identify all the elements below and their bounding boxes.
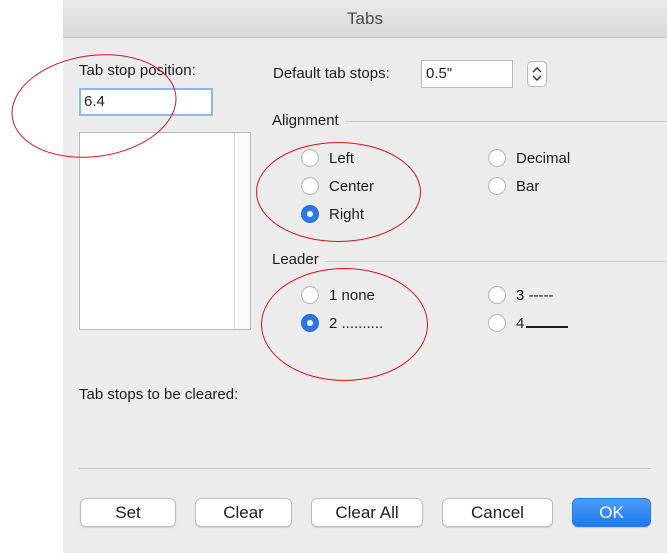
leader-4-label: 4 bbox=[516, 314, 525, 332]
radio-off-icon bbox=[301, 286, 319, 304]
clear-button[interactable]: Clear bbox=[195, 498, 292, 527]
alignment-left-label: Left bbox=[329, 149, 355, 167]
default-tab-stops-label: Default tab stops: bbox=[273, 65, 390, 82]
leader-4-radio[interactable]: 4 bbox=[488, 314, 569, 332]
radio-off-icon bbox=[488, 314, 506, 332]
radio-on-icon bbox=[301, 314, 319, 332]
stepper-arrows-icon bbox=[532, 67, 542, 81]
alignment-bar-radio[interactable]: Bar bbox=[488, 177, 539, 195]
clear-all-button[interactable]: Clear All bbox=[311, 498, 423, 527]
tab-stop-position-label: Tab stop position: bbox=[79, 62, 196, 79]
tabs-dialog: Tabs Tab stop position: 6.4 Default tab … bbox=[63, 0, 667, 553]
radio-on-icon bbox=[301, 205, 319, 223]
alignment-bar-label: Bar bbox=[516, 177, 540, 195]
leader-2-radio[interactable]: 2 .......... bbox=[301, 314, 383, 332]
cancel-button[interactable]: Cancel bbox=[442, 498, 553, 527]
default-tab-stops-input[interactable]: 0.5" bbox=[421, 60, 513, 88]
alignment-decimal-label: Decimal bbox=[516, 149, 571, 167]
tab-stop-position-input[interactable]: 6.4 bbox=[79, 88, 213, 116]
alignment-right-label: Right bbox=[329, 205, 365, 223]
leader-divider bbox=[273, 261, 667, 262]
radio-off-icon bbox=[301, 149, 319, 167]
alignment-right-radio[interactable]: Right bbox=[301, 205, 364, 223]
alignment-decimal-radio[interactable]: Decimal bbox=[488, 149, 570, 167]
leader-3-radio[interactable]: 3 ----- bbox=[488, 286, 554, 304]
tab-stops-list-scrollbar[interactable] bbox=[234, 133, 250, 329]
alignment-group-label: Alignment bbox=[272, 112, 345, 129]
alignment-center-radio[interactable]: Center bbox=[301, 177, 374, 195]
leader-3-label: 3 ----- bbox=[516, 286, 554, 304]
radio-off-icon bbox=[488, 149, 506, 167]
leader-2-label: 2 .......... bbox=[329, 314, 384, 332]
tab-stops-list[interactable] bbox=[79, 132, 251, 330]
radio-off-icon bbox=[301, 177, 319, 195]
leader-group-label: Leader bbox=[272, 251, 325, 268]
leader-underline-sample bbox=[526, 318, 569, 328]
alignment-left-radio[interactable]: Left bbox=[301, 149, 354, 167]
tab-stops-cleared-label: Tab stops to be cleared: bbox=[79, 386, 239, 403]
ok-button[interactable]: OK bbox=[572, 498, 651, 527]
radio-off-icon bbox=[488, 177, 506, 195]
leader-1-radio[interactable]: 1 none bbox=[301, 286, 375, 304]
window-title: Tabs bbox=[63, 0, 667, 38]
leader-1-label: 1 none bbox=[329, 286, 375, 304]
default-tab-stops-stepper[interactable] bbox=[527, 61, 547, 87]
radio-off-icon bbox=[488, 286, 506, 304]
alignment-center-label: Center bbox=[329, 177, 375, 195]
buttons-divider bbox=[79, 468, 651, 469]
set-button[interactable]: Set bbox=[80, 498, 176, 527]
